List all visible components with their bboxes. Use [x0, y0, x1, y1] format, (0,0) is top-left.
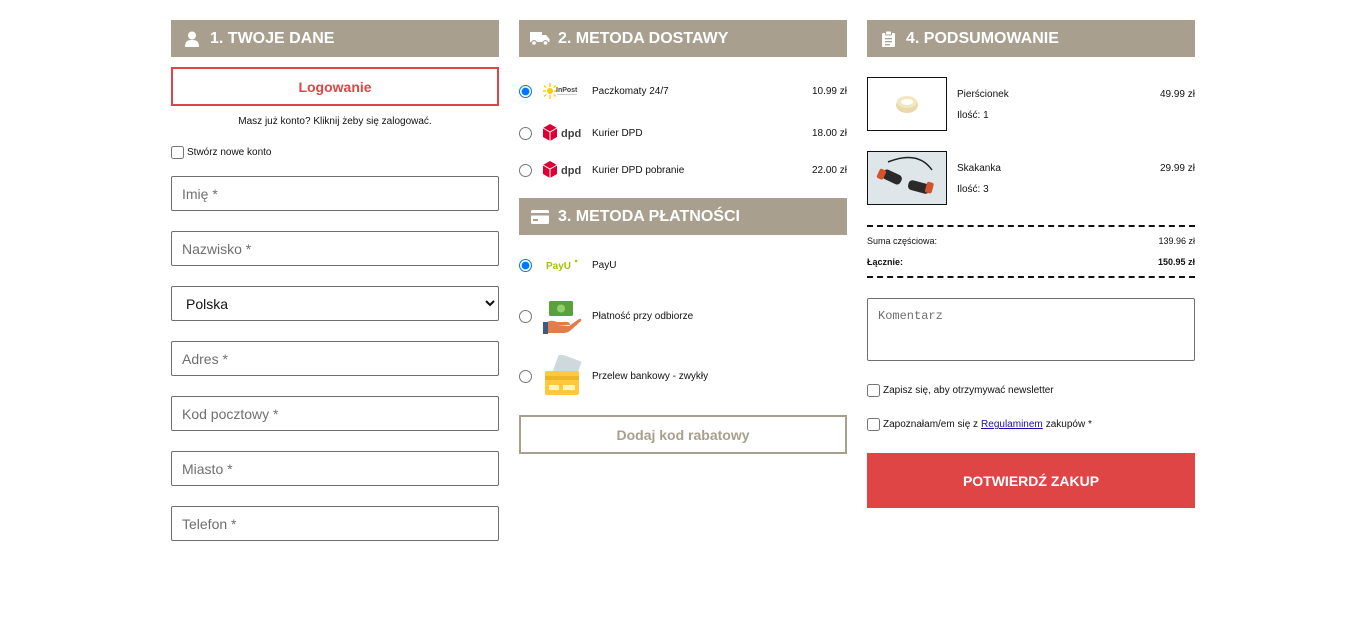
section-title: 1. TWOJE DANE — [210, 29, 335, 47]
svg-text:dpd: dpd — [561, 128, 581, 140]
subtotal-row: Suma częściowa: 139.96 zł — [867, 236, 1195, 246]
truck-icon — [529, 30, 551, 48]
login-button[interactable]: Logowanie — [171, 67, 499, 106]
payment-label: PayU — [592, 259, 617, 271]
payment-label: Płatność przy odbiorze — [592, 310, 694, 322]
section-title: 4. PODSUMOWANIE — [906, 29, 1059, 47]
payment-radio[interactable] — [519, 258, 532, 272]
terms-checkbox[interactable] — [867, 418, 880, 431]
terms-text-after: zakupów * — [1045, 419, 1092, 430]
payment-option-payu[interactable]: PayU PayU — [519, 245, 847, 285]
cart-item-price: 49.99 zł — [1159, 89, 1195, 100]
section-title: 2. METODA DOSTAWY — [558, 29, 729, 47]
comment-field[interactable] — [867, 298, 1195, 361]
subtotal-value: 139.96 zł — [1158, 236, 1195, 246]
create-account-row[interactable]: Stwórz nowe konto — [171, 146, 499, 159]
section-header-payment: 3. METODA PŁATNOŚCI — [519, 198, 847, 235]
cart-item-name: Skakanka — [957, 163, 1001, 174]
cart-item: Pierścionek Ilość: 1 49.99 zł — [867, 77, 1195, 131]
total-value: 150.95 zł — [1157, 257, 1195, 267]
delivery-label: Kurier DPD pobranie — [592, 164, 685, 176]
delivery-price: 22.00 zł — [811, 164, 847, 176]
delivery-options: InPost Paczkomaty 24/7 10.99 zł dpd Kuri… — [519, 71, 847, 185]
personal-data-column: 1. TWOJE DANE Logowanie Masz już konto? … — [171, 20, 499, 541]
section-header-personal: 1. TWOJE DANE — [171, 20, 499, 57]
terms-row[interactable]: Zapoznałam/em się z Regulaminem zakupów … — [867, 418, 1195, 431]
summary-column: 4. PODSUMOWANIE Pierścionek Ilość: 1 49.… — [867, 20, 1195, 508]
bank-cards-icon — [541, 355, 585, 397]
country-select[interactable]: Polska — [171, 286, 499, 321]
subtotal-label: Suma częściowa: — [867, 236, 938, 246]
delivery-label: Paczkomaty 24/7 — [592, 85, 669, 97]
newsletter-checkbox[interactable] — [867, 384, 880, 397]
newsletter-label: Zapisz się, aby otrzymywać newsletter — [883, 385, 1054, 396]
inpost-logo-icon: InPost — [541, 78, 585, 104]
payment-label: Przelew bankowy - zwykły — [592, 370, 709, 382]
postal-code-field[interactable] — [171, 396, 499, 431]
address-field[interactable] — [171, 341, 499, 376]
login-note: Masz już konto? Kliknij żeby się zalogow… — [238, 116, 432, 127]
cart-item-qty: Ilość: 3 — [957, 184, 989, 195]
delivery-radio[interactable] — [519, 84, 532, 98]
divider — [867, 276, 1195, 278]
create-account-checkbox[interactable] — [171, 146, 184, 159]
delivery-price: 10.99 zł — [811, 85, 847, 97]
delivery-option-dpd[interactable]: dpd Kurier DPD 18.00 zł — [519, 111, 847, 155]
first-name-field[interactable] — [171, 176, 499, 211]
newsletter-row[interactable]: Zapisz się, aby otrzymywać newsletter — [867, 384, 1195, 397]
phone-field[interactable] — [171, 506, 499, 541]
city-field[interactable] — [171, 451, 499, 486]
last-name-field[interactable] — [171, 231, 499, 266]
payment-options: PayU PayU Płatność przy odbiorze Przelew… — [519, 245, 847, 405]
payment-option-cod[interactable]: Płatność przy odbiorze — [519, 285, 847, 347]
cart-item-name: Pierścionek — [957, 89, 1009, 100]
payu-logo-icon: PayU — [541, 255, 585, 275]
delivery-radio[interactable] — [519, 163, 532, 177]
credit-card-icon — [529, 208, 551, 226]
cart-item-price: 29.99 zł — [1159, 163, 1195, 174]
section-title: 3. METODA PŁATNOŚCI — [558, 207, 740, 225]
create-account-label: Stwórz nowe konto — [187, 147, 272, 158]
delivery-price: 18.00 zł — [811, 127, 847, 139]
svg-text:InPost: InPost — [556, 87, 578, 94]
confirm-purchase-button[interactable]: POTWIERDŹ ZAKUP — [867, 453, 1195, 508]
dpd-logo-icon: dpd — [541, 120, 585, 146]
section-header-delivery: 2. METODA DOSTAWY — [519, 20, 847, 57]
svg-text:PayU: PayU — [546, 261, 571, 272]
clipboard-icon — [877, 30, 899, 48]
svg-text:dpd: dpd — [561, 165, 581, 177]
cart-item: Skakanka Ilość: 3 29.99 zł — [867, 151, 1195, 205]
payment-radio[interactable] — [519, 309, 532, 323]
dpd-logo-icon: dpd — [541, 157, 585, 183]
delivery-option-inpost[interactable]: InPost Paczkomaty 24/7 10.99 zł — [519, 71, 847, 111]
delivery-label: Kurier DPD — [592, 127, 643, 139]
divider — [867, 225, 1195, 227]
delivery-option-dpd-cod[interactable]: dpd Kurier DPD pobranie 22.00 zł — [519, 155, 847, 185]
product-image-jump-rope — [867, 151, 947, 205]
add-discount-code-button[interactable]: Dodaj kod rabatowy — [519, 415, 847, 454]
terms-link[interactable]: Regulaminem — [981, 419, 1043, 430]
user-icon — [181, 30, 203, 48]
delivery-payment-column: 2. METODA DOSTAWY InPost Paczkomaty 24/7… — [519, 20, 847, 454]
cash-hand-icon — [541, 296, 585, 336]
section-header-summary: 4. PODSUMOWANIE — [867, 20, 1195, 57]
total-row: Łącznie: 150.95 zł — [867, 257, 1195, 267]
terms-text-before: Zapoznałam/em się z — [883, 419, 979, 430]
cart-item-qty: Ilość: 1 — [957, 110, 989, 121]
total-label: Łącznie: — [867, 257, 904, 267]
payment-option-bank-transfer[interactable]: Przelew bankowy - zwykły — [519, 347, 847, 405]
product-image-ring — [867, 77, 947, 131]
delivery-radio[interactable] — [519, 126, 532, 140]
payment-radio[interactable] — [519, 369, 532, 383]
